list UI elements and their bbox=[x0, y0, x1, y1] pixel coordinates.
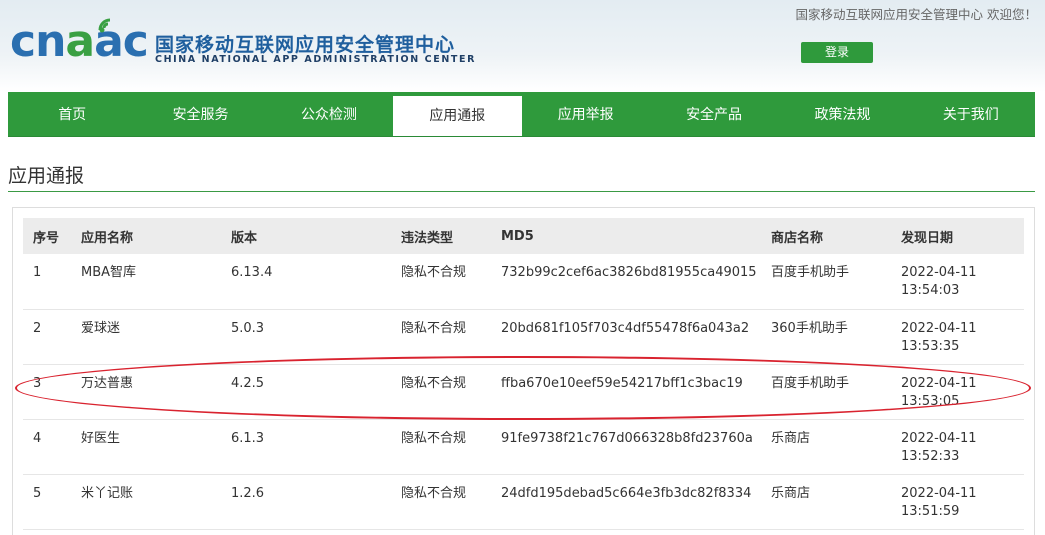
site-logo[interactable]: cnaac 国家移动互联网应用安全管理中心 CHINA NATIONAL APP… bbox=[10, 12, 474, 72]
cell-store: 乐商店 bbox=[761, 419, 891, 475]
cell-date: 2022-04-11 13:53:05 bbox=[891, 364, 1024, 420]
cell-md5: 732b99c2cef6ac3826bd81955ca49015 bbox=[491, 254, 761, 310]
table-header-row: 序号 应用名称 版本 违法类型 MD5 商店名称 发现日期 bbox=[23, 218, 1024, 254]
table-row[interactable]: 2 爱球迷 5.0.3 隐私不合规 20bd681f105f703c4df554… bbox=[23, 309, 1024, 365]
cell-md5: 20bd681f105f703c4df55478f6a043a2 bbox=[491, 309, 761, 365]
org-name-cn: 国家移动互联网应用安全管理中心 bbox=[155, 34, 456, 56]
cell-no: 5 bbox=[23, 474, 71, 530]
col-header-date: 发现日期 bbox=[901, 230, 954, 246]
col-header-store: 商店名称 bbox=[771, 230, 824, 246]
cell-version: 6.13.4 bbox=[221, 254, 391, 310]
notice-panel: 序号 应用名称 版本 违法类型 MD5 商店名称 发现日期 1 MBA智库 6.… bbox=[12, 207, 1035, 535]
cell-app-name: 好医生 bbox=[71, 419, 221, 475]
cell-app-name: MBA智库 bbox=[71, 254, 221, 310]
title-divider bbox=[8, 191, 1035, 192]
cell-date-time: 13:53:35 bbox=[901, 338, 960, 354]
table-row[interactable]: 1 MBA智库 6.13.4 隐私不合规 732b99c2cef6ac3826b… bbox=[23, 254, 1024, 310]
nav-item-app-notices[interactable]: 应用通报 bbox=[393, 96, 522, 136]
cell-version: 4.2.5 bbox=[221, 364, 391, 420]
cell-version: 5.0.3 bbox=[221, 309, 391, 365]
table-row[interactable]: 5 米丫记账 1.2.6 隐私不合规 24dfd195debad5c664e3f… bbox=[23, 474, 1024, 530]
signal-icon bbox=[98, 18, 111, 33]
page-title: 应用通报 bbox=[8, 165, 85, 187]
cell-md5: ffba670e10eef59e54217bff1c3bac19 bbox=[491, 364, 761, 420]
cell-date-time: 13:54:03 bbox=[901, 283, 960, 298]
nav-item-policies[interactable]: 政策法规 bbox=[778, 92, 906, 136]
cell-date-time: 13:52:33 bbox=[901, 448, 960, 464]
cell-no: 1 bbox=[23, 254, 71, 310]
cell-no: 2 bbox=[23, 309, 71, 365]
nav-item-about-us[interactable]: 关于我们 bbox=[907, 92, 1035, 136]
cell-date-day: 2022-04-11 bbox=[901, 320, 977, 336]
cell-date: 2022-04-11 13:52:33 bbox=[891, 419, 1024, 475]
cell-date: 2022-04-11 13:51:59 bbox=[891, 474, 1024, 530]
notice-table: 序号 应用名称 版本 违法类型 MD5 商店名称 发现日期 1 MBA智库 6.… bbox=[23, 218, 1024, 530]
cell-no: 3 bbox=[23, 364, 71, 420]
table-row[interactable]: 3 万达普惠 4.2.5 隐私不合规 ffba670e10eef59e54217… bbox=[23, 364, 1024, 420]
cell-date-time: 13:53:05 bbox=[901, 393, 960, 409]
logo-mark: cnaac bbox=[10, 16, 149, 67]
col-header-violation-type: 违法类型 bbox=[401, 230, 454, 246]
col-header-version: 版本 bbox=[231, 230, 258, 246]
cell-version: 6.1.3 bbox=[221, 419, 391, 475]
nav-item-security-services[interactable]: 安全服务 bbox=[136, 92, 264, 136]
col-header-md5: MD5 bbox=[501, 228, 534, 244]
cell-date-time: 13:51:59 bbox=[901, 503, 960, 519]
cell-violation-type: 隐私不合规 bbox=[391, 254, 491, 310]
cell-store: 百度手机助手 bbox=[761, 254, 891, 310]
cell-app-name: 万达普惠 bbox=[71, 364, 221, 420]
login-button[interactable]: 登录 bbox=[801, 42, 873, 63]
cell-store: 乐商店 bbox=[761, 474, 891, 530]
site-header: cnaac 国家移动互联网应用安全管理中心 CHINA NATIONAL APP… bbox=[0, 0, 1045, 92]
table-row[interactable]: 4 好医生 6.1.3 隐私不合规 91fe9738f21c767d066328… bbox=[23, 419, 1024, 475]
org-name-en: CHINA NATIONAL APP ADMINISTRATION CENTER bbox=[155, 54, 476, 65]
cell-no: 4 bbox=[23, 419, 71, 475]
cell-date-day: 2022-04-11 bbox=[901, 375, 977, 391]
cell-date: 2022-04-11 13:54:03 bbox=[891, 254, 1024, 310]
cell-version: 1.2.6 bbox=[221, 474, 391, 530]
cell-violation-type: 隐私不合规 bbox=[391, 309, 491, 365]
nav-item-app-report[interactable]: 应用举报 bbox=[522, 92, 650, 136]
main-nav: 首页 安全服务 公众检测 应用通报 应用举报 安全产品 政策法规 关于我们 bbox=[8, 92, 1035, 137]
cell-date-day: 2022-04-11 bbox=[901, 430, 977, 446]
cell-app-name: 米丫记账 bbox=[71, 474, 221, 530]
nav-item-public-testing[interactable]: 公众检测 bbox=[265, 92, 393, 136]
cell-violation-type: 隐私不合规 bbox=[391, 419, 491, 475]
welcome-text: 国家移动互联网应用安全管理中心 欢迎您！ bbox=[795, 7, 1037, 22]
cell-store: 百度手机助手 bbox=[761, 364, 891, 420]
col-header-app-name: 应用名称 bbox=[81, 230, 134, 246]
nav-item-security-products[interactable]: 安全产品 bbox=[650, 92, 778, 136]
cell-md5: 24dfd195debad5c664e3fb3dc82f8334 bbox=[491, 474, 761, 530]
col-header-no: 序号 bbox=[33, 230, 60, 246]
cell-date-day: 2022-04-11 bbox=[901, 485, 977, 501]
cell-date: 2022-04-11 13:53:35 bbox=[891, 309, 1024, 365]
cell-violation-type: 隐私不合规 bbox=[391, 364, 491, 420]
cell-store: 360手机助手 bbox=[761, 309, 891, 365]
nav-item-home[interactable]: 首页 bbox=[8, 92, 136, 136]
cell-app-name: 爱球迷 bbox=[71, 309, 221, 365]
cell-violation-type: 隐私不合规 bbox=[391, 474, 491, 530]
cell-date-day: 2022-04-11 bbox=[901, 265, 977, 280]
cell-md5: 91fe9738f21c767d066328b8fd23760a bbox=[491, 419, 761, 475]
